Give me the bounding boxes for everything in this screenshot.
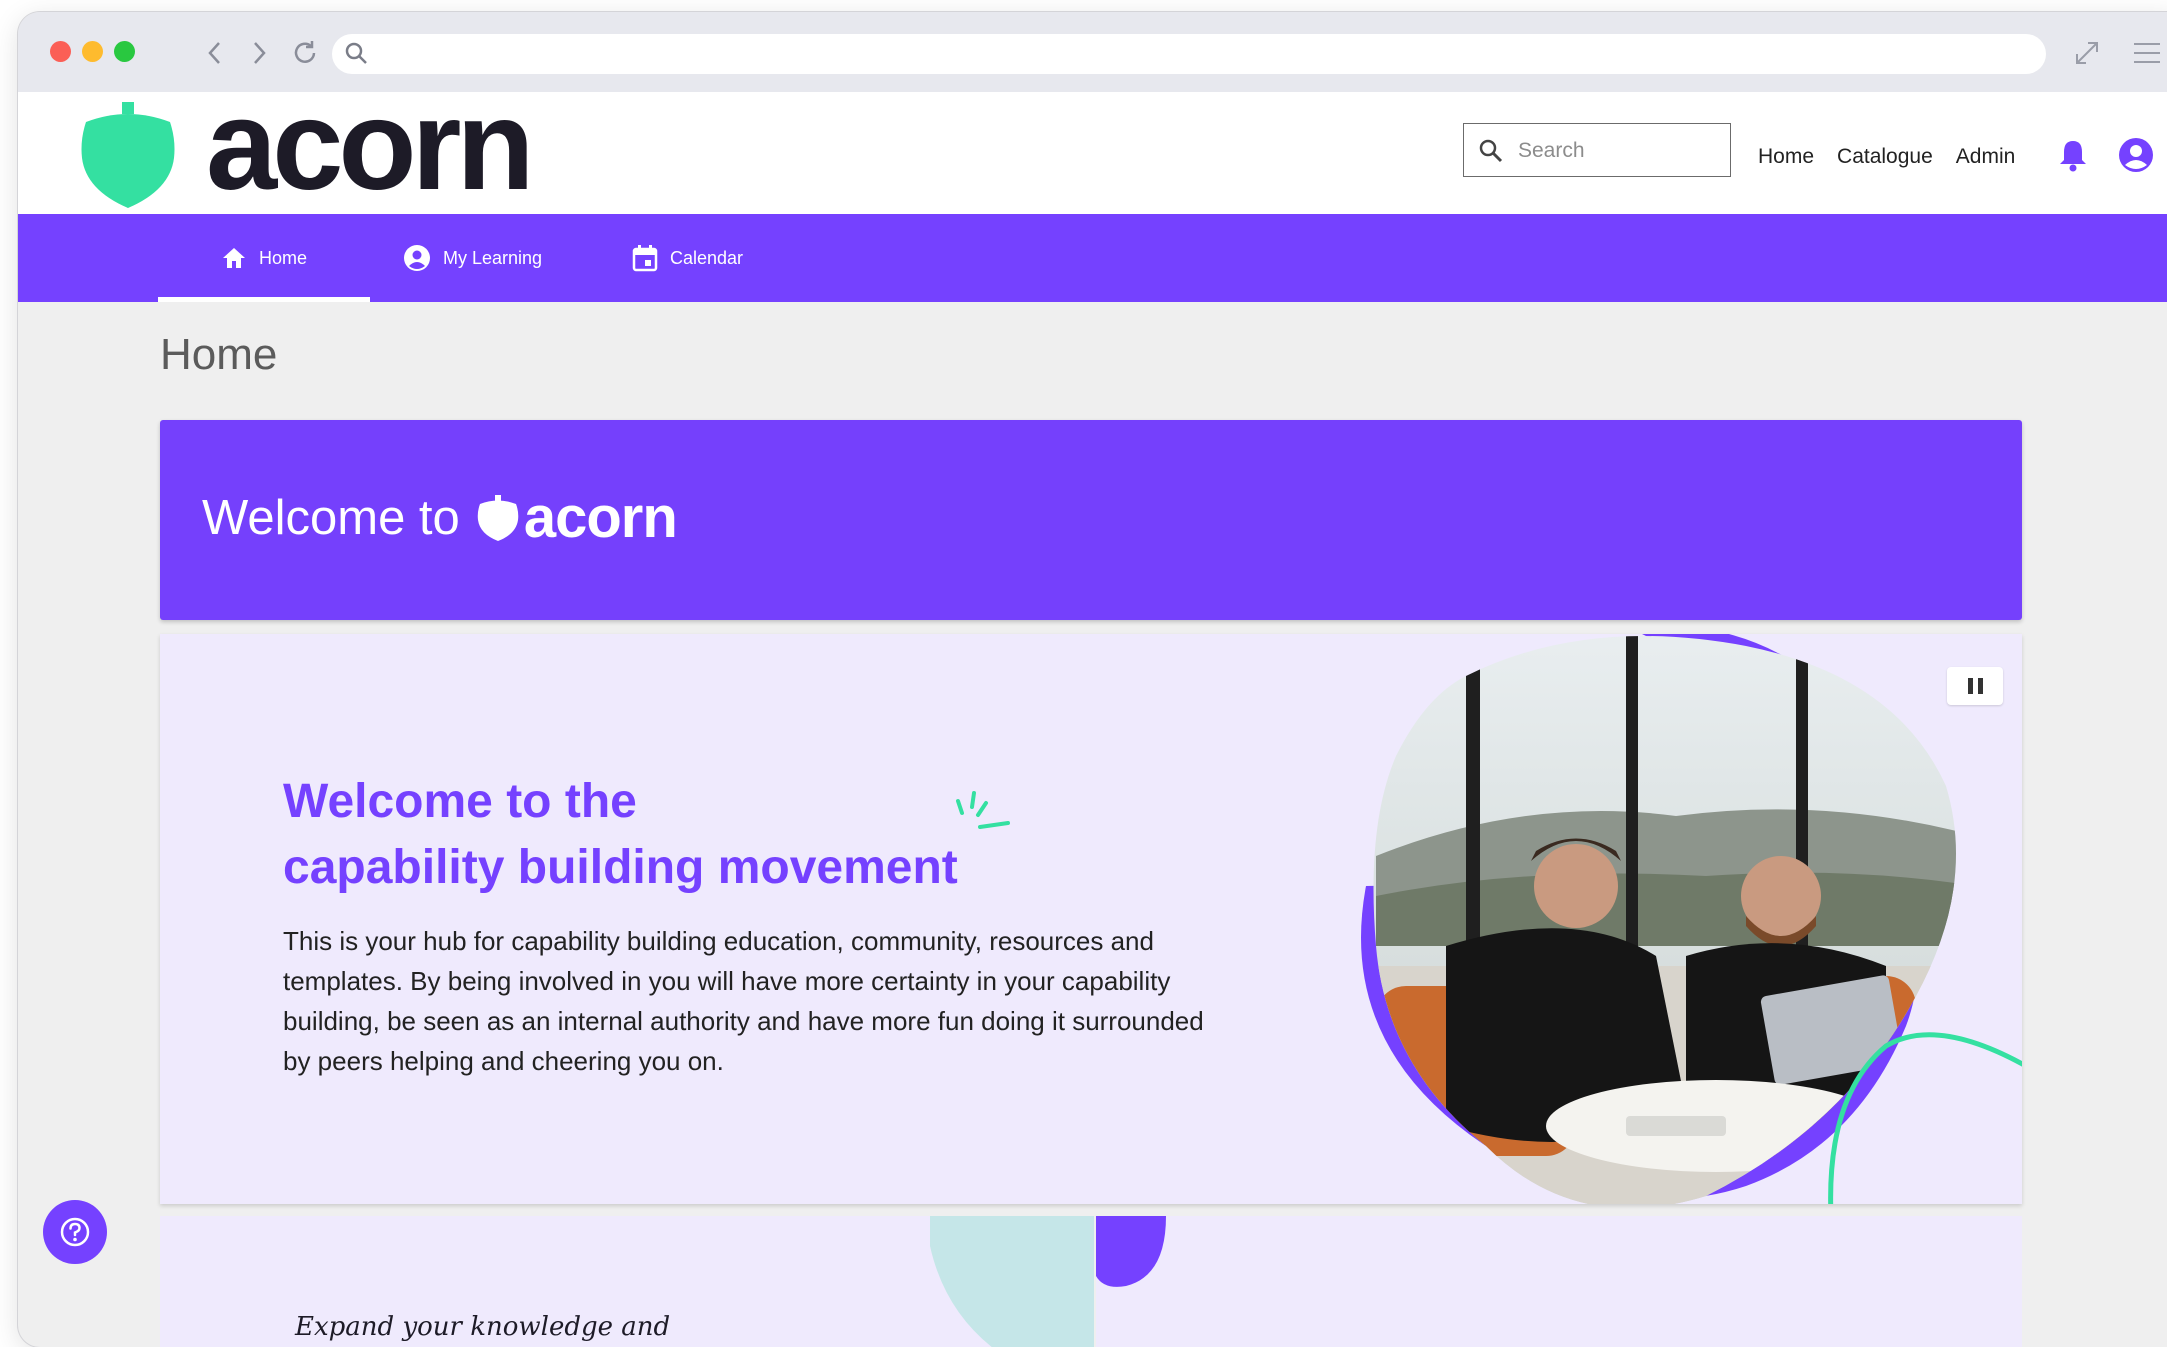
nav-tab-label: Home [258, 247, 307, 268]
acorn-logo[interactable]: acorn [78, 82, 535, 210]
top-link-catalogue[interactable]: Catalogue [1837, 145, 1933, 169]
hero-description: This is your hub for capability building… [283, 926, 1204, 1076]
fullscreen-icon[interactable] [2070, 36, 2104, 70]
home-icon [222, 248, 245, 268]
notifications-bell-icon[interactable] [2058, 138, 2088, 177]
search-icon [345, 42, 367, 64]
forward-icon[interactable] [242, 36, 276, 70]
main-navigation: Home My Learning Calendar [18, 214, 2167, 302]
calendar-icon [632, 245, 658, 272]
page-title: Home [160, 330, 278, 379]
nav-tab-label: My Learning [443, 247, 543, 268]
hero-title-line: capability building movement [283, 841, 958, 894]
hero-title: Welcome to the capability building movem… [283, 769, 958, 901]
hero-title-line: Welcome to the [283, 775, 637, 828]
acorn-icon [477, 494, 519, 541]
banner-prefix: Welcome to [202, 490, 460, 545]
feature-card-left[interactable]: Expand your knowledge and [160, 1216, 1094, 1347]
menu-icon[interactable] [2130, 36, 2164, 70]
nav-tab-calendar[interactable]: Calendar [632, 214, 743, 302]
acorn-icon [81, 102, 175, 208]
address-bar[interactable] [332, 34, 2046, 74]
top-link-home[interactable]: Home [1758, 145, 1814, 169]
hero-carousel-slide: Welcome to the capability building movem… [160, 634, 2022, 1204]
top-link-admin[interactable]: Admin [1956, 145, 2016, 169]
card-left-text: Expand your knowledge and [295, 1312, 671, 1342]
nav-tab-my-learning[interactable]: My Learning [403, 214, 542, 302]
minimize-window-button[interactable] [82, 41, 103, 62]
banner-logo-text: acorn [523, 485, 678, 550]
pause-icon [1967, 678, 1973, 694]
back-icon[interactable] [198, 36, 232, 70]
welcome-banner: Welcome to acorn [160, 420, 2022, 620]
decorative-shape [930, 1216, 1094, 1347]
browser-window: acorn Home Catalogue Admin Home My Learn… [18, 12, 2167, 1347]
feature-card-right[interactable] [1096, 1216, 2022, 1347]
person-circle-icon [404, 245, 430, 271]
sparkle-accent-icon [956, 791, 1010, 829]
search-input[interactable] [1516, 134, 1720, 168]
search-icon [1479, 139, 1503, 163]
site-header: acorn Home Catalogue Admin [18, 82, 2167, 214]
question-mark-icon [60, 1217, 90, 1247]
maximize-window-button[interactable] [114, 41, 135, 62]
reload-icon[interactable] [288, 36, 322, 70]
logo-text: acorn [206, 74, 535, 217]
user-account-icon[interactable] [2118, 137, 2154, 178]
hero-photo-illustration [1361, 634, 2022, 1204]
carousel-pause-button[interactable] [1947, 667, 2003, 705]
help-button[interactable] [43, 1200, 107, 1264]
top-nav: Home Catalogue Admin [1758, 145, 2015, 169]
search-box[interactable] [1463, 123, 1731, 177]
nav-tab-label: Calendar [670, 247, 744, 268]
close-window-button[interactable] [50, 41, 71, 62]
decorative-shape [1096, 1216, 1166, 1287]
nav-tab-home[interactable]: Home [158, 214, 370, 302]
